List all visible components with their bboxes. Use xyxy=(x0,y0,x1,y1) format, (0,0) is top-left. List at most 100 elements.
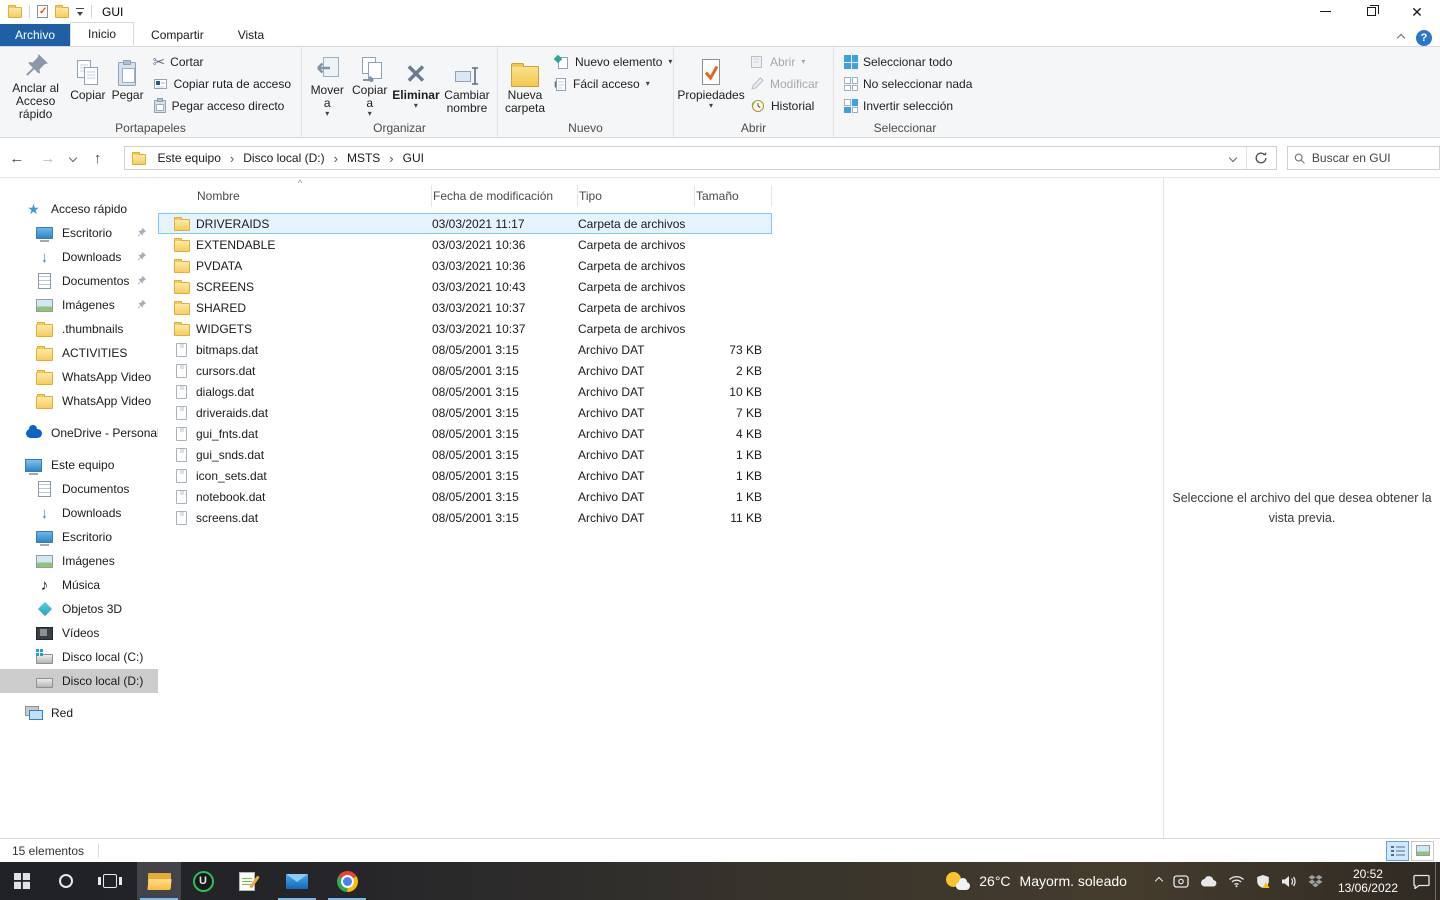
sidebar-item[interactable]: ACTIVITIES xyxy=(0,341,158,365)
open-button[interactable]: Abrir▾ xyxy=(744,51,825,73)
forward-button[interactable]: → xyxy=(34,150,62,167)
uninstaller-app-button[interactable]: U xyxy=(181,862,225,900)
customize-toolbar-icon[interactable] xyxy=(76,8,84,16)
sidebar-item[interactable]: Vídeos xyxy=(0,621,158,645)
easy-access-button[interactable]: Fácil acceso▾ xyxy=(548,73,678,95)
sidebar-item[interactable]: Imágenes xyxy=(0,549,158,573)
table-row[interactable]: PVDATA03/03/2021 10:36Carpeta de archivo… xyxy=(158,255,772,276)
table-row[interactable]: screens.dat08/05/2001 3:15Archivo DAT11 … xyxy=(158,507,772,528)
sidebar-item[interactable]: Downloads xyxy=(0,245,158,269)
edit-button[interactable]: Modificar xyxy=(744,73,825,95)
cut-button[interactable]: ✂ Cortar xyxy=(147,51,297,73)
clock[interactable]: 20:52 13/06/2022 xyxy=(1329,867,1407,895)
column-header-date[interactable]: Fecha de modificación xyxy=(432,185,578,207)
collapse-ribbon-icon[interactable] xyxy=(1397,34,1405,42)
paste-button[interactable]: Pegar xyxy=(109,50,147,120)
properties-quick-icon[interactable] xyxy=(37,5,48,18)
start-button[interactable] xyxy=(0,862,44,900)
column-header-type[interactable]: Tipo xyxy=(578,185,695,207)
delete-button[interactable]: ✕ Eliminar▾ xyxy=(391,50,441,120)
tab-compartir[interactable]: Compartir xyxy=(134,24,221,46)
address-dropdown-button[interactable] xyxy=(1220,147,1246,169)
file-explorer-taskbar-button[interactable] xyxy=(137,862,181,900)
sidebar-item[interactable]: WhatsApp Video xyxy=(0,389,158,413)
search-input[interactable] xyxy=(1312,151,1433,165)
select-all-button[interactable]: Seleccionar todo xyxy=(838,51,978,73)
pin-quick-access-button[interactable]: Anclar al Acceso rápido xyxy=(4,50,67,120)
sidebar-item[interactable]: Disco local (C:) xyxy=(0,645,158,669)
table-row[interactable]: EXTENDABLE03/03/2021 10:36Carpeta de arc… xyxy=(158,234,772,255)
table-row[interactable]: DRIVERAIDS03/03/2021 11:17Carpeta de arc… xyxy=(158,213,772,234)
action-center-button[interactable] xyxy=(1407,862,1435,900)
table-row[interactable]: dialogs.dat08/05/2001 3:15Archivo DAT10 … xyxy=(158,381,772,402)
new-folder-button[interactable]: Nueva carpeta xyxy=(502,50,548,120)
rename-button[interactable]: Cambiar nombre xyxy=(441,50,493,120)
breadcrumb-separator-icon[interactable]: › xyxy=(388,151,394,166)
table-row[interactable]: SCREENS03/03/2021 10:43Carpeta de archiv… xyxy=(158,276,772,297)
invert-selection-button[interactable]: Invertir selección xyxy=(838,95,978,117)
cast-tray-button[interactable] xyxy=(1168,862,1195,900)
show-hidden-icons-button[interactable] xyxy=(1151,862,1168,900)
select-none-button[interactable]: No seleccionar nada xyxy=(838,73,978,95)
table-row[interactable]: WIDGETS03/03/2021 10:37Carpeta de archiv… xyxy=(158,318,772,339)
sidebar-section-onedrive[interactable]: OneDrive - Personal xyxy=(0,421,158,445)
new-folder-quick-icon[interactable] xyxy=(55,7,69,18)
back-button[interactable]: ← xyxy=(0,150,34,167)
volume-tray-button[interactable] xyxy=(1276,862,1303,900)
search-box[interactable] xyxy=(1287,146,1440,170)
sidebar-item[interactable]: Escritorio xyxy=(0,525,158,549)
breadcrumb-segment[interactable]: Este equipo xyxy=(152,151,227,165)
minimize-button[interactable] xyxy=(1302,0,1348,23)
new-item-button[interactable]: Nuevo elemento▾ xyxy=(548,51,678,73)
table-row[interactable]: cursors.dat08/05/2001 3:15Archivo DAT2 K… xyxy=(158,360,772,381)
table-row[interactable]: icon_sets.dat08/05/2001 3:15Archivo DAT1… xyxy=(158,465,772,486)
sidebar-item[interactable]: Imágenes xyxy=(0,293,158,317)
sidebar-item[interactable]: Documentos xyxy=(0,477,158,501)
breadcrumb-separator-icon[interactable]: › xyxy=(333,151,339,166)
sort-ascending-icon[interactable]: ^ xyxy=(298,178,302,188)
sidebar-item[interactable]: Downloads xyxy=(0,501,158,525)
dropbox-tray-button[interactable] xyxy=(1303,862,1329,900)
sidebar-item[interactable]: Música xyxy=(0,573,158,597)
address-box[interactable]: Este equipo›Disco local (D:)›MSTS›GUI xyxy=(124,146,1277,170)
show-desktop-button[interactable] xyxy=(1435,862,1440,900)
properties-button[interactable]: Propiedades▾ xyxy=(678,50,744,120)
tab-vista[interactable]: Vista xyxy=(221,24,281,46)
breadcrumb-segment[interactable]: MSTS xyxy=(341,151,386,165)
column-header-name[interactable]: Nombre xyxy=(196,185,432,207)
table-row[interactable]: gui_fnts.dat08/05/2001 3:15Archivo DAT4 … xyxy=(158,423,772,444)
help-icon[interactable]: ? xyxy=(1416,30,1432,46)
sidebar-section-this-pc[interactable]: Este equipo xyxy=(0,453,158,477)
table-row[interactable]: notebook.dat08/05/2001 3:15Archivo DAT1 … xyxy=(158,486,772,507)
sidebar-section-network[interactable]: Red xyxy=(0,701,158,725)
table-row[interactable]: SHARED03/03/2021 10:37Carpeta de archivo… xyxy=(158,297,772,318)
weather-widget[interactable]: 26°C Mayorm. soleado xyxy=(946,872,1151,890)
copy-button[interactable]: Copiar xyxy=(67,50,108,120)
security-tray-button[interactable] xyxy=(1251,862,1276,900)
sidebar-item[interactable]: .thumbnails xyxy=(0,317,158,341)
details-view-button[interactable] xyxy=(1386,841,1409,861)
sidebar-item[interactable]: Objetos 3D xyxy=(0,597,158,621)
table-row[interactable]: bitmaps.dat08/05/2001 3:15Archivo DAT73 … xyxy=(158,339,772,360)
sidebar-section-quick-access[interactable]: Acceso rápido xyxy=(0,197,158,221)
move-to-button[interactable]: Mover a▾ xyxy=(306,50,348,120)
wifi-tray-button[interactable] xyxy=(1223,862,1251,900)
table-row[interactable]: gui_snds.dat08/05/2001 3:15Archivo DAT1 … xyxy=(158,444,772,465)
sidebar-item[interactable]: Escritorio xyxy=(0,221,158,245)
paste-shortcut-button[interactable]: Pegar acceso directo xyxy=(147,95,297,117)
breadcrumb-separator-icon[interactable]: › xyxy=(229,151,235,166)
sidebar-item[interactable]: WhatsApp Video xyxy=(0,365,158,389)
search-taskbar-button[interactable] xyxy=(44,862,88,900)
breadcrumb-segment[interactable]: Disco local (D:) xyxy=(237,151,330,165)
history-button[interactable]: Historial xyxy=(744,95,825,117)
refresh-button[interactable] xyxy=(1246,147,1276,169)
column-header-size[interactable]: Tamaño xyxy=(695,185,772,207)
sidebar-item[interactable]: Disco local (D:) xyxy=(0,669,158,693)
thumbnails-view-button[interactable] xyxy=(1411,841,1434,861)
sidebar-item[interactable]: Documentos xyxy=(0,269,158,293)
tab-archivo[interactable]: Archivo xyxy=(0,24,70,46)
mail-app-button[interactable] xyxy=(275,862,319,900)
table-row[interactable]: driveraids.dat08/05/2001 3:15Archivo DAT… xyxy=(158,402,772,423)
task-view-button[interactable] xyxy=(88,862,132,900)
chrome-app-button[interactable] xyxy=(325,862,369,900)
